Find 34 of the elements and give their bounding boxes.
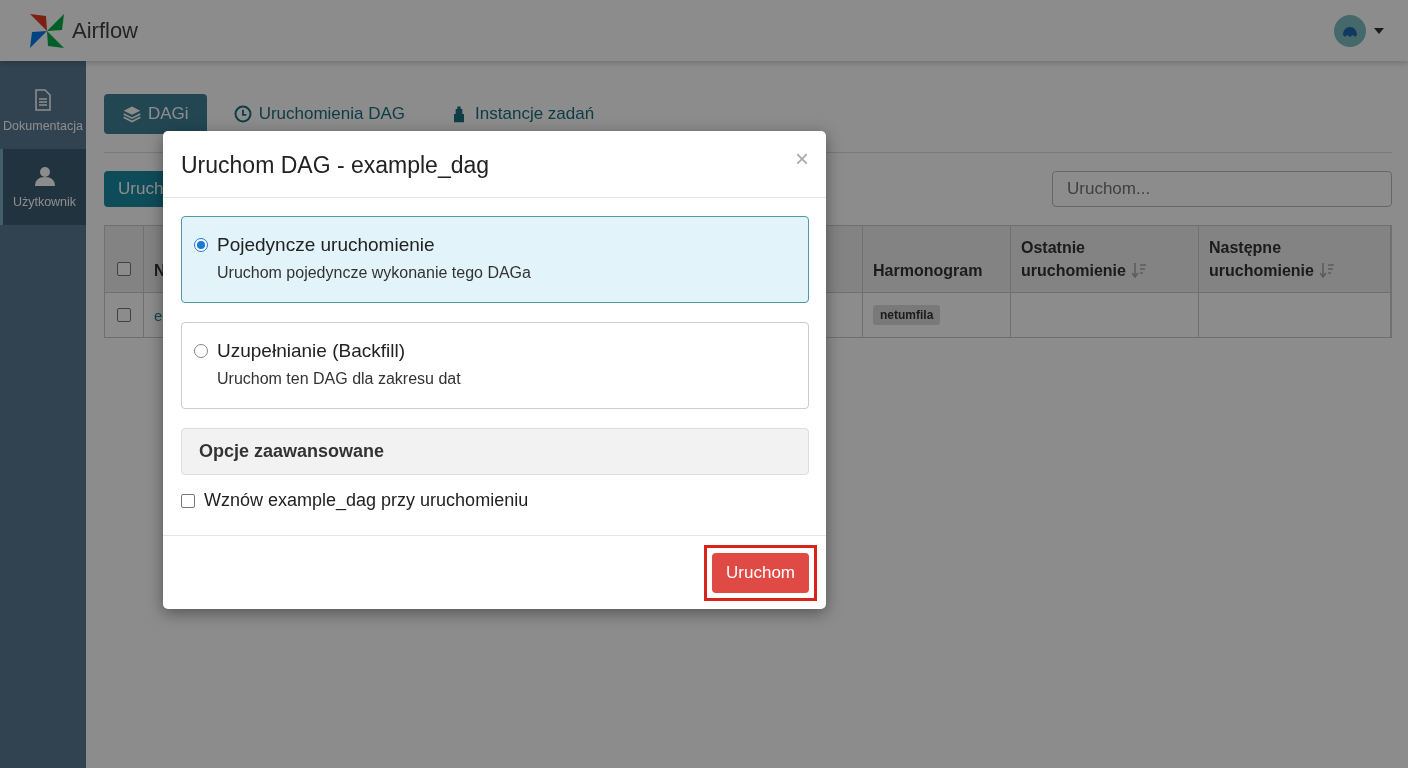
avatar-icon[interactable] bbox=[1334, 14, 1366, 47]
radio-button[interactable] bbox=[194, 238, 208, 252]
column-header[interactable]: Następne uruchomienie bbox=[1199, 226, 1391, 293]
radio-button[interactable] bbox=[194, 344, 208, 358]
option-title: Pojedyncze uruchomienie bbox=[217, 234, 436, 256]
sidebar-item[interactable]: Dokumentacja bbox=[0, 61, 86, 149]
checkbox[interactable] bbox=[181, 493, 195, 508]
layers-icon bbox=[122, 104, 142, 124]
dag-link[interactable]: e bbox=[154, 306, 163, 324]
sort-icon[interactable] bbox=[1131, 261, 1146, 278]
option-description: Uruchom ten DAG dla zakresu dat bbox=[217, 370, 461, 388]
checkbox[interactable] bbox=[117, 308, 131, 322]
option-description: Uruchom pojedyncze wykonanie tego DAGa bbox=[217, 264, 531, 282]
advanced-options-header[interactable]: Opcje zaawansowane bbox=[181, 428, 809, 475]
search-field[interactable]: Uruchom... bbox=[1052, 171, 1392, 207]
option-card[interactable]: Uzupełnianie (Backfill) Uruchom ten DAG dla zakresu dat bbox=[181, 322, 809, 409]
column-header[interactable]: Harmonogram bbox=[863, 226, 1011, 293]
checkbox[interactable] bbox=[117, 262, 131, 276]
close-button[interactable]: × bbox=[795, 151, 809, 167]
tab[interactable]: Instancje zadań bbox=[431, 94, 613, 134]
schedule-tag: netumfila bbox=[873, 305, 941, 325]
clock-icon bbox=[232, 104, 253, 124]
dialog-title: Uruchom DAG - example_dag bbox=[181, 152, 490, 179]
caret-icon[interactable] bbox=[1374, 27, 1384, 34]
sort-icon[interactable] bbox=[1319, 261, 1334, 278]
checkbox-label: Wznów example_dag przy uruchomieniu bbox=[204, 490, 529, 511]
tab[interactable]: DAGi bbox=[104, 94, 207, 134]
option-title: Uzupełnianie (Backfill) bbox=[217, 340, 406, 362]
submit-button[interactable]: Uruchom bbox=[712, 553, 809, 593]
option-card[interactable]: Pojedyncze uruchomienie Uruchom pojedyncze wykonanie tego DAGa bbox=[181, 216, 809, 303]
brand-name: Airflow bbox=[72, 17, 138, 44]
tab[interactable]: Uruchomienia DAG bbox=[214, 94, 424, 134]
column-header[interactable]: Ostatnie uruchomienie bbox=[1011, 226, 1199, 293]
sidebar-item[interactable]: Użytkownik bbox=[0, 149, 86, 225]
